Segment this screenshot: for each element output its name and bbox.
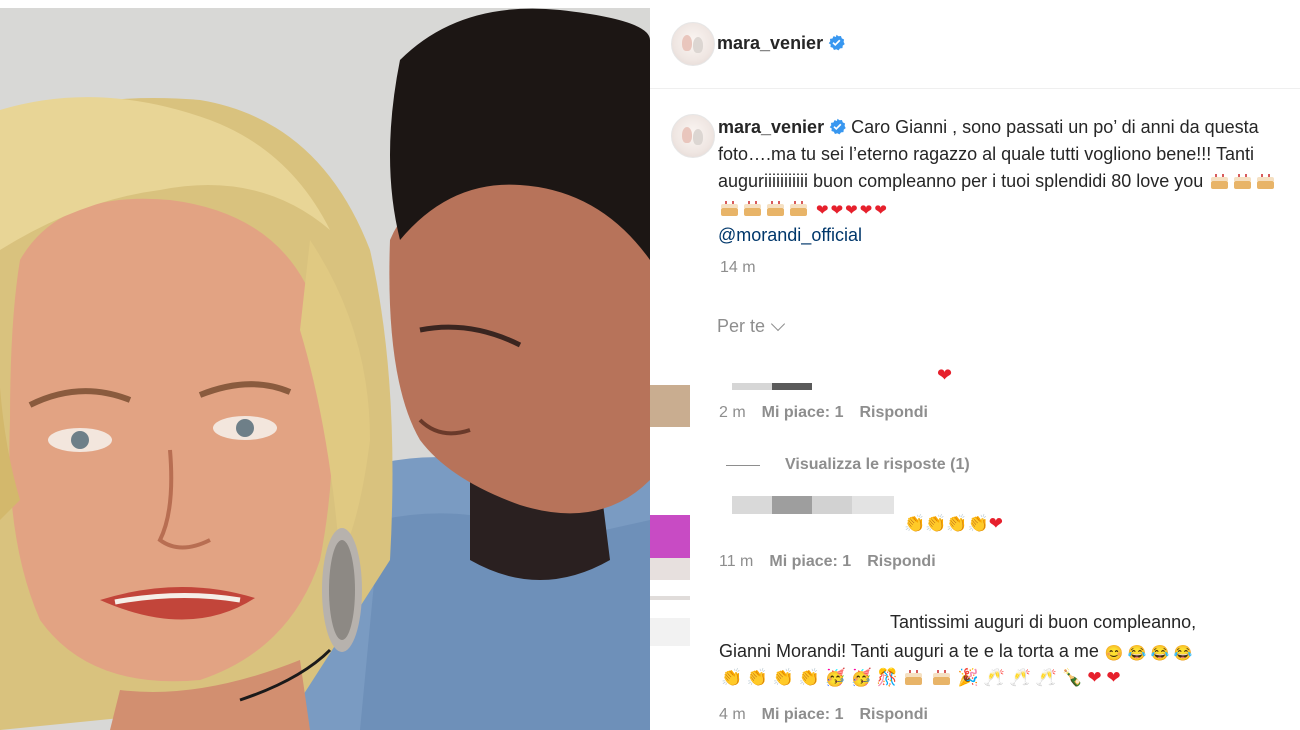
redacted-username xyxy=(732,496,772,514)
comment-text-line-2: Gianni Morandi! Tanti auguri a te e la t… xyxy=(719,637,1193,666)
red-heart-icon: ❤ xyxy=(859,202,873,219)
birthday-cake-icon xyxy=(905,670,923,685)
birthday-cake-icon xyxy=(1234,174,1252,189)
comments-filter-dropdown[interactable]: Per te xyxy=(717,316,786,337)
clapping-hands-icon: 👏 xyxy=(721,668,743,687)
clinking-glasses-icon: 🥂 xyxy=(1035,668,1057,687)
post-side-panel: mara_venier mara_venier Caro Gianni , so… xyxy=(650,0,1300,730)
redacted-username xyxy=(772,383,812,390)
comment-avatar[interactable] xyxy=(650,385,690,427)
birthday-cake-icon xyxy=(1257,174,1275,189)
reply-button[interactable]: Rispondi xyxy=(859,404,927,421)
clinking-glasses-icon: 🥂 xyxy=(983,668,1005,687)
view-replies-button[interactable]: Visualizza le risposte (1) xyxy=(785,456,970,474)
redacted-username xyxy=(852,496,894,514)
clapping-hands-icon: 👏 xyxy=(967,514,989,533)
clapping-hands-icon: 👏 xyxy=(946,514,968,533)
comment-timestamp[interactable]: 2 m xyxy=(719,404,746,421)
birthday-cake-icon xyxy=(721,201,738,216)
caption-mention-link[interactable]: @morandi_official xyxy=(718,222,1298,249)
chevron-down-icon xyxy=(770,316,786,332)
comment-emoji-line-1: 😊 😂 😂 😂 xyxy=(1105,645,1192,663)
comment-timestamp[interactable]: 11 m xyxy=(719,553,753,570)
laughing-face-icon: 😂 xyxy=(1150,645,1170,662)
red-heart-icon: ❤ xyxy=(1106,668,1121,687)
red-heart-icon: ❤ xyxy=(1087,668,1102,687)
comments-filter-label: Per te xyxy=(717,316,766,336)
clinking-glasses-icon: 🥂 xyxy=(1009,668,1031,687)
comment-avatar[interactable] xyxy=(650,515,690,558)
birthday-cake-icon xyxy=(933,670,951,685)
comment-meta: 11 m Mi piace: 1 Rispondi xyxy=(719,553,936,571)
clapping-hands-icon: 👏 xyxy=(904,514,926,533)
birthday-cake-icon xyxy=(1211,174,1229,189)
avatar-fragment xyxy=(650,596,690,600)
redacted-username xyxy=(812,496,852,514)
red-heart-icon: ❤ xyxy=(816,202,829,219)
clapping-hands-icon: 👏 xyxy=(798,668,820,687)
comment-timestamp[interactable]: 4 m xyxy=(719,706,746,723)
post-header-username[interactable]: mara_venier xyxy=(717,33,845,54)
comment-emoji-line-2: 👏 👏 👏 👏 🥳 🥳 🎊 🎉 🥂 🥂 🥂 🍾 ❤ ❤ xyxy=(721,668,1121,688)
red-heart-icon: ❤ xyxy=(937,365,953,385)
clapping-hands-icon: 👏 xyxy=(746,668,769,687)
comment-text: 👏👏👏👏❤ xyxy=(904,514,1003,534)
birthday-cake-icon xyxy=(790,201,807,216)
comment-meta: 2 m Mi piace: 1 Rispondi xyxy=(719,404,928,422)
red-heart-icon: ❤ xyxy=(830,202,844,219)
reply-button[interactable]: Rispondi xyxy=(867,553,935,570)
clapping-hands-icon: 👏 xyxy=(925,514,947,533)
redacted-username xyxy=(732,383,772,390)
champagne-bottle-icon: 🍾 xyxy=(1061,668,1083,687)
comment-likes[interactable]: Mi piace: 1 xyxy=(762,404,844,421)
comment-text-line-1: Tantissimi auguri di buon compleanno, xyxy=(890,612,1197,632)
birthday-cake-icon xyxy=(744,201,761,216)
author-avatar[interactable] xyxy=(671,22,715,66)
comment-likes[interactable]: Mi piace: 1 xyxy=(769,553,851,570)
verified-badge-icon xyxy=(828,34,845,51)
view-replies-line xyxy=(726,465,760,466)
party-popper-icon: 🎉 xyxy=(957,668,979,687)
birthday-cake-icon xyxy=(767,201,784,216)
caption-username[interactable]: mara_venier xyxy=(718,117,824,137)
red-heart-icon: ❤ xyxy=(988,514,1003,533)
comment-text-line-2-text: Gianni Morandi! Tanti auguri a te e la t… xyxy=(719,641,1099,661)
photo-illustration xyxy=(0,0,650,730)
laughing-face-icon: 😂 xyxy=(1173,645,1193,662)
clapping-hands-icon: 👏 xyxy=(772,668,794,687)
redacted-username xyxy=(772,496,812,514)
post-photo[interactable] xyxy=(0,0,650,730)
confetti-ball-icon: 🎊 xyxy=(876,668,898,687)
comment-text: ❤ xyxy=(937,365,952,386)
red-heart-icon: ❤ xyxy=(845,202,858,219)
comment-avatar[interactable] xyxy=(650,618,690,646)
post-header-username-text[interactable]: mara_venier xyxy=(717,33,823,53)
reply-button[interactable]: Rispondi xyxy=(859,706,927,723)
caption-timestamp[interactable]: 14 m xyxy=(720,259,756,277)
laughing-face-icon: 😂 xyxy=(1127,645,1147,662)
header-divider xyxy=(650,88,1300,89)
comment-meta: 4 m Mi piace: 1 Rispondi xyxy=(719,706,928,724)
red-heart-icon: ❤ xyxy=(874,202,887,219)
partying-face-icon: 🥳 xyxy=(824,668,846,687)
partying-face-icon: 🥳 xyxy=(850,668,872,687)
comment-likes[interactable]: Mi piace: 1 xyxy=(762,706,844,723)
post-caption: mara_venier Caro Gianni , sono passati u… xyxy=(718,114,1298,249)
verified-badge-icon xyxy=(829,118,846,135)
avatar-fragment xyxy=(650,558,690,580)
smiling-face-icon: 😊 xyxy=(1104,645,1124,662)
caption-author-avatar[interactable] xyxy=(671,114,715,158)
